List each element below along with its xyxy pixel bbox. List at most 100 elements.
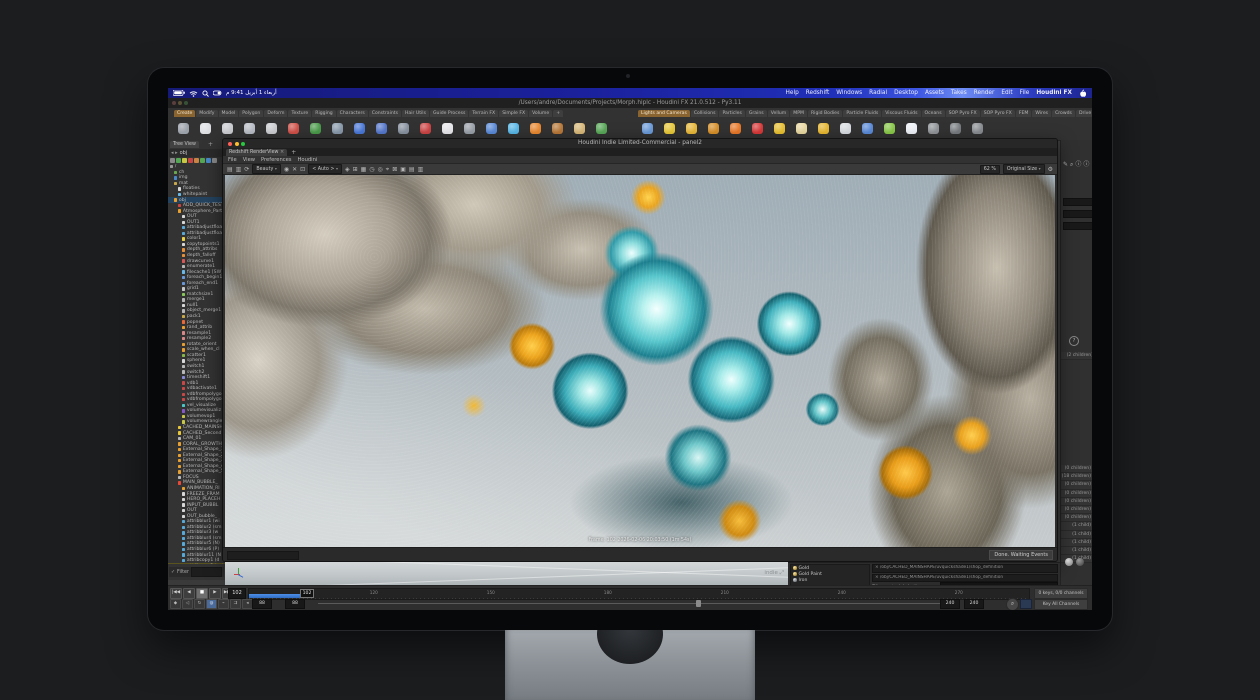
- sphere-preview-icon[interactable]: [1076, 558, 1084, 566]
- shelf-tab[interactable]: Rigid Bodies: [808, 110, 842, 117]
- shelf-tab[interactable]: Simple FX: [499, 110, 528, 117]
- add-tab-button[interactable]: +: [289, 149, 298, 156]
- loop-toggle[interactable]: ↻: [194, 599, 205, 609]
- sphere-preview-icon[interactable]: [1065, 558, 1073, 566]
- parameter-field[interactable]: [1063, 210, 1092, 218]
- mac-menu-item[interactable]: Radial: [869, 90, 887, 96]
- play-button[interactable]: ▶: [209, 588, 221, 599]
- nav-arrows[interactable]: ◂ ▸: [171, 149, 178, 157]
- path-crumb[interactable]: obj: [180, 149, 188, 157]
- render-menu-item[interactable]: Preferences: [261, 156, 292, 163]
- shelf-tool-draw-curve-icon[interactable]: [310, 123, 321, 134]
- shelf-tool-circle-icon[interactable]: [332, 123, 343, 134]
- shelf-tool-dashes-icon[interactable]: [398, 123, 409, 134]
- panel-icon[interactable]: ▤: [409, 165, 415, 174]
- close-window-button[interactable]: [172, 101, 176, 105]
- shelf-tool-tube-icon[interactable]: [222, 123, 233, 134]
- shelf-tool-pearl-icon[interactable]: [840, 123, 851, 134]
- grid-icon[interactable]: ⊞: [353, 165, 358, 174]
- tree-filter-dot-icon[interactable]: [212, 158, 217, 163]
- shelf-tool-clamp-icon[interactable]: [950, 123, 961, 134]
- shelf-tab[interactable]: Crowds: [1052, 110, 1075, 117]
- audio-toggle[interactable]: ◁: [182, 599, 193, 609]
- render-menu-item[interactable]: View: [243, 156, 255, 163]
- zoom-window-button[interactable]: [241, 142, 245, 146]
- realtime-toggle[interactable]: ◆: [170, 599, 181, 609]
- shelf-tab[interactable]: Model: [219, 110, 239, 117]
- shop-path-row[interactable]: × /obj/CACHED_MAINSHAPE/uvquickshade1/sh…: [872, 574, 1058, 583]
- shelf-tab[interactable]: Polygon: [239, 110, 263, 117]
- range-slider-track[interactable]: [318, 603, 958, 604]
- shelf-tab[interactable]: Modify: [196, 110, 217, 117]
- shelf-tool-pliers-icon[interactable]: [642, 123, 653, 134]
- panel-icon[interactable]: ⌕: [1070, 160, 1073, 169]
- mac-menu-item[interactable]: Help: [786, 90, 799, 96]
- range-end2-field[interactable]: 240: [964, 599, 984, 609]
- shelf-tab[interactable]: Deform: [264, 110, 287, 117]
- shelf-tab[interactable]: SOP Pyro FX: [981, 110, 1015, 117]
- shelf-tool-bag-icon[interactable]: [796, 123, 807, 134]
- playhead[interactable]: 102: [300, 589, 315, 598]
- parameter-field[interactable]: [1063, 222, 1092, 230]
- shelf-tab[interactable]: FEM: [1016, 110, 1032, 117]
- tree-filter-dot-icon[interactable]: [188, 158, 193, 163]
- tree-filter-input[interactable]: [191, 567, 222, 577]
- shelf-tool-paw-icon[interactable]: [972, 123, 983, 134]
- shelf-tab[interactable]: Collisions: [691, 110, 719, 117]
- shelf-tool-grid-icon[interactable]: [266, 123, 277, 134]
- shelf-tool-curve-icon[interactable]: [288, 123, 299, 134]
- pass-dropdown[interactable]: Beauty ▾: [252, 164, 281, 174]
- mac-menu-item[interactable]: Houdini FX: [1036, 90, 1072, 96]
- shelf-tool-bell-icon[interactable]: [752, 123, 763, 134]
- shelf-tab[interactable]: Guide Process: [430, 110, 468, 117]
- close-window-button[interactable]: [228, 142, 232, 146]
- wifi-icon[interactable]: [189, 90, 198, 97]
- timeline-ruler[interactable]: 102 120150180210240270: [248, 588, 1030, 600]
- folder-icon[interactable]: ▥: [236, 165, 242, 174]
- shop-path-row[interactable]: × /obj/CACHED_MAINSHAPE/uvquickshade1/sh…: [872, 564, 1058, 573]
- mac-menu-item[interactable]: Windows: [836, 90, 862, 96]
- material-item[interactable]: Iron: [791, 577, 869, 583]
- center-icon[interactable]: ⌖: [386, 165, 389, 174]
- shelf-tool-hammer-icon[interactable]: [708, 123, 719, 134]
- shelf-tool-wood-ball-icon[interactable]: [552, 123, 563, 134]
- mac-menu-item[interactable]: Desktop: [894, 90, 918, 96]
- size-dropdown[interactable]: Original Size ▾: [1003, 164, 1045, 174]
- shelf-tool-text-icon[interactable]: [442, 123, 453, 134]
- range-end-field[interactable]: 240: [940, 599, 960, 609]
- search-icon[interactable]: [202, 90, 209, 97]
- close-tab-icon[interactable]: ×: [280, 149, 284, 155]
- current-frame-field[interactable]: 102: [228, 588, 246, 599]
- shelf-tool-pin-icon[interactable]: [730, 123, 741, 134]
- tree-filter-dot-icon[interactable]: [170, 158, 175, 163]
- shelf-tab[interactable]: Rigging: [312, 110, 335, 117]
- shelf-tool-paint-icon[interactable]: [530, 123, 541, 134]
- panel-icon[interactable]: ⓘ: [1083, 160, 1089, 169]
- range-slider-handle[interactable]: [696, 600, 701, 607]
- shelf-tool-wireframe-icon[interactable]: [486, 123, 497, 134]
- shelf-tool-bulb-icon[interactable]: [906, 123, 917, 134]
- mini-graph-icon[interactable]: [1020, 599, 1032, 609]
- lock-icon[interactable]: ◈: [345, 165, 350, 174]
- snapshot-dropdown[interactable]: < Auto > ▾: [308, 164, 342, 174]
- shelf-tool-torus-icon[interactable]: [244, 123, 255, 134]
- copy-icon[interactable]: ▣: [400, 165, 406, 174]
- clock-icon[interactable]: ◷: [369, 165, 374, 174]
- shelf-tool-cone-icon[interactable]: [574, 123, 585, 134]
- mac-menu-item[interactable]: Edit: [1001, 90, 1012, 96]
- shelf-tab[interactable]: Particle Fluids: [843, 110, 881, 117]
- key-all-channels-button[interactable]: Key All Channels: [1034, 599, 1088, 610]
- shelf-tab[interactable]: +: [553, 110, 563, 117]
- minimize-window-button[interactable]: [178, 101, 182, 105]
- refresh-icon[interactable]: ⟳: [244, 165, 249, 174]
- render-menu-item[interactable]: File: [228, 156, 237, 163]
- shelf-tab[interactable]: Viscous Fluids: [882, 110, 920, 117]
- dopnet-toggle[interactable]: ◎: [206, 599, 217, 609]
- range-start2-field[interactable]: 88: [285, 599, 305, 609]
- target-icon[interactable]: ◎: [378, 165, 383, 174]
- tree-filter-dot-icon[interactable]: [176, 158, 181, 163]
- panel-icon[interactable]: ⓘ: [1075, 160, 1081, 169]
- zoom-spinner[interactable]: 62 %: [980, 165, 1000, 174]
- shelf-tab[interactable]: Vellum: [768, 110, 790, 117]
- shelf-tab[interactable]: Characters: [337, 110, 368, 117]
